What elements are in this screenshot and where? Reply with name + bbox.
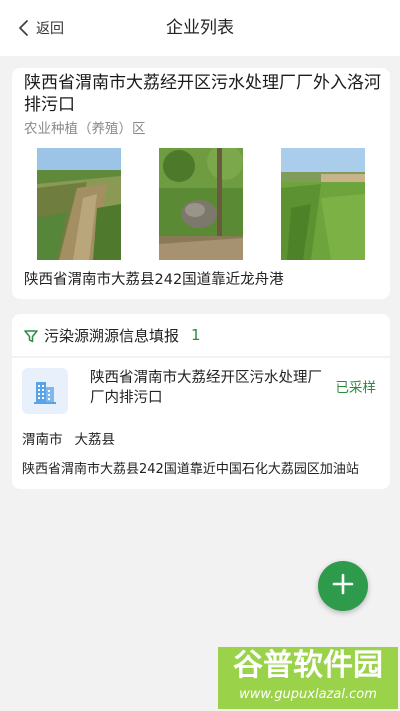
enterprise-address: 陕西省渭南市大荔县242国道靠近中国石化大荔园区加油站: [22, 462, 359, 477]
filter-icon: [24, 328, 38, 343]
building-icon: [22, 368, 68, 414]
watermark-url: www.gupuxlazal.com: [239, 687, 377, 702]
section-count: 1: [191, 326, 201, 344]
enterprise-city: 渭南市: [22, 432, 63, 448]
enterprise-card[interactable]: 陕西省渭南市大荔经开区污水处理厂厂内排污口 已采样 渭南市 大荔县 陕西省渭南市大…: [12, 358, 390, 489]
outfall-address: 陕西省渭南市大荔县242国道靠近龙舟港: [24, 272, 284, 288]
outfall-card[interactable]: 陕西省渭南市大荔经开区污水处理厂厂外入洛河排污口 农业种植（养殖）区 陕西省渭南…: [12, 68, 390, 299]
status-badge: 已采样: [335, 380, 377, 396]
enterprise-county: 大荔县: [74, 432, 116, 448]
outfall-name: 陕西省渭南市大荔经开区污水处理厂厂外入洛河排污口: [24, 73, 381, 115]
enterprise-region: 渭南市 大荔县: [22, 428, 115, 448]
section-label: 污染源溯源信息填报: [44, 326, 180, 345]
enterprise-name: 陕西省渭南市大荔经开区污水处理厂厂内排污口: [90, 370, 322, 406]
plus-icon: [331, 572, 355, 600]
nav-bar: 返回 企业列表: [0, 0, 400, 56]
outfall-photo[interactable]: [37, 148, 121, 260]
watermark-logo: 谷普软件园 www.gupuxlazal.com: [218, 647, 398, 709]
add-button[interactable]: [318, 561, 368, 611]
outfall-photo[interactable]: [159, 148, 243, 260]
outfall-photo[interactable]: [281, 148, 365, 260]
section-header: 污染源溯源信息填报 1: [12, 314, 390, 356]
page-title: 企业列表: [166, 18, 234, 38]
watermark-brand: 谷普软件园: [233, 648, 383, 683]
outfall-category: 农业种植（养殖）区: [24, 121, 146, 137]
